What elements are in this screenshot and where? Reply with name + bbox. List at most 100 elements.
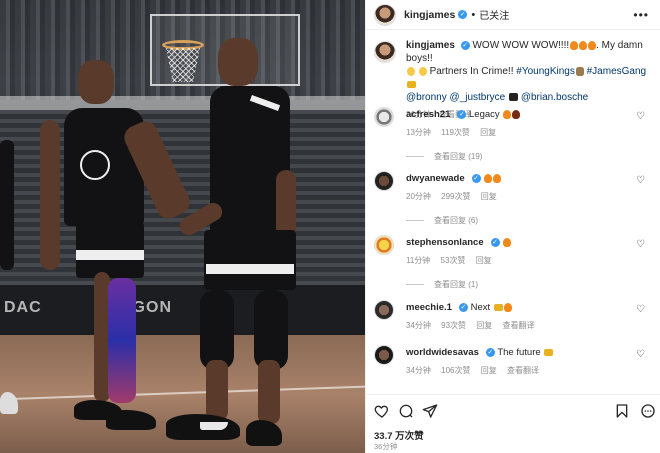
view-replies-label[interactable]: 查看回复 (6) xyxy=(434,216,478,225)
player-right-head xyxy=(218,38,258,86)
leg-sleeve xyxy=(108,278,136,403)
like-heart-icon[interactable]: ♡ xyxy=(636,111,645,122)
like-heart-icon[interactable] xyxy=(374,403,390,419)
player-left-head xyxy=(78,60,114,104)
hashtag-link[interactable]: #JamesGang xyxy=(587,66,646,77)
follow-button[interactable]: 已关注 xyxy=(479,7,509,22)
comment-meta: 11分钟 53次赞 回复 xyxy=(406,255,500,266)
comment-body: Legacy xyxy=(469,109,500,120)
comment-text: meechie.1 ✓ Next xyxy=(406,302,626,314)
avatar[interactable] xyxy=(374,300,394,320)
comment-time: 20分钟 xyxy=(406,192,431,201)
post-photo[interactable]: DAC AGON xyxy=(0,0,365,453)
reply-button[interactable]: 回复 xyxy=(476,256,492,265)
comment-user[interactable]: meechie.1 xyxy=(406,302,452,313)
crown-emoji-icon xyxy=(407,80,416,88)
caption-author[interactable]: kingjames xyxy=(406,40,455,51)
hashtag-link[interactable]: #YoungKings xyxy=(516,66,575,77)
shorts-stripe xyxy=(206,264,294,274)
crown-emoji-icon xyxy=(493,303,503,311)
fire-emoji-icon xyxy=(493,173,502,183)
comment-user[interactable]: acfresh21 xyxy=(406,109,450,120)
verified-icon: ✓ xyxy=(471,173,481,183)
share-icon[interactable] xyxy=(422,403,438,419)
reply-button[interactable]: 回复 xyxy=(476,321,492,330)
comment-user[interactable]: stephensonlance xyxy=(406,237,484,248)
clapper-emoji-icon xyxy=(509,93,519,102)
comment-meta: 34分钟 93次赞 回复 查看翻译 xyxy=(406,320,543,331)
avatar[interactable] xyxy=(374,235,394,255)
fire-emoji-icon xyxy=(570,40,579,50)
comment-meta: 20分钟 299次赞 回复 xyxy=(406,191,505,202)
reply-button[interactable]: 回复 xyxy=(481,366,497,375)
mention-link[interactable]: @_justbryce xyxy=(450,92,506,103)
player-left-arm xyxy=(40,120,60,270)
wolf-emoji-icon xyxy=(575,66,584,76)
avatar[interactable] xyxy=(374,107,394,127)
comment-icon[interactable] xyxy=(398,403,414,419)
comments-scroll[interactable]: kingjames ✓ WOW WOW WOW!!!!. My damn boy… xyxy=(366,31,660,394)
verified-icon: ✓ xyxy=(485,347,495,357)
fire-emoji-icon xyxy=(503,302,512,312)
bookmark-icon[interactable] xyxy=(614,403,630,419)
crown-emoji-icon xyxy=(544,348,554,356)
comment-text: acfresh21 ✓ Legacy xyxy=(406,109,626,121)
comment-user[interactable]: worldwidesavas xyxy=(406,347,479,358)
likes-count[interactable]: 33.7 万次赞 xyxy=(374,428,424,442)
comment-time: 11分钟 xyxy=(406,256,431,265)
view-replies[interactable]: 查看回复 (1) xyxy=(406,279,478,290)
avatar[interactable] xyxy=(374,171,394,191)
post-header: kingjames ✓ • 已关注 ••• xyxy=(366,0,660,30)
avatar[interactable] xyxy=(374,3,396,26)
post-panel: kingjames ✓ • 已关注 ••• kingjames ✓ WOW WO… xyxy=(365,0,660,453)
like-heart-icon[interactable]: ♡ xyxy=(636,239,645,250)
post-actions: 33.7 万次赞 36分钟 xyxy=(366,394,660,453)
view-replies-label[interactable]: 查看回复 (19) xyxy=(434,152,482,161)
divider-line xyxy=(406,284,424,286)
comment-likes[interactable]: 106次赞 xyxy=(441,366,470,375)
mention-link[interactable]: @brian.bosche xyxy=(521,92,588,103)
view-replies[interactable]: 查看回复 (19) xyxy=(406,151,482,162)
more-options-icon[interactable]: ••• xyxy=(633,8,649,22)
like-heart-icon[interactable]: ♡ xyxy=(636,304,645,315)
avatar[interactable] xyxy=(374,345,394,365)
knee-sleeve xyxy=(254,290,288,370)
verified-icon: ✓ xyxy=(457,109,467,119)
like-heart-icon[interactable]: ♡ xyxy=(636,175,645,186)
verified-icon: ✓ xyxy=(458,10,468,19)
arena-banner xyxy=(0,96,365,110)
view-replies[interactable]: 查看回复 (6) xyxy=(406,215,478,226)
comment-text: dwyanewade ✓ xyxy=(406,173,626,185)
bg-player xyxy=(0,140,14,270)
player-right-shorts xyxy=(204,230,296,290)
comment-likes[interactable]: 93次赞 xyxy=(441,321,466,330)
reply-button[interactable]: 回复 xyxy=(481,192,497,201)
comment-time: 34分钟 xyxy=(406,366,431,375)
goat-emoji-icon xyxy=(512,109,521,119)
verified-icon: ✓ xyxy=(490,237,500,247)
comment-meta: 13分钟 119次赞 回复 xyxy=(406,127,504,138)
like-heart-icon[interactable]: ♡ xyxy=(636,349,645,360)
comment-user[interactable]: dwyanewade xyxy=(406,173,465,184)
comment-likes[interactable]: 299次赞 xyxy=(441,192,470,201)
comment-body: Next xyxy=(470,302,491,313)
view-replies-label[interactable]: 查看回复 (1) xyxy=(434,280,478,289)
comment-likes[interactable]: 53次赞 xyxy=(441,256,466,265)
comment-body: The future xyxy=(497,347,541,358)
separator-dot: • xyxy=(471,8,476,21)
comment-text: worldwidesavas ✓ The future xyxy=(406,347,626,359)
translate-link[interactable]: 查看翻译 xyxy=(507,366,539,375)
nike-swoosh-icon xyxy=(200,422,228,430)
reply-button[interactable]: 回复 xyxy=(480,128,496,137)
knee-sleeve xyxy=(200,290,234,370)
fire-emoji-icon xyxy=(588,40,597,50)
comment-time: 13分钟 xyxy=(406,128,431,137)
mention-link[interactable]: @bronny xyxy=(406,92,447,103)
comment-likes[interactable]: 119次赞 xyxy=(441,128,470,137)
post-author[interactable]: kingjames xyxy=(404,9,455,21)
more-circle-icon[interactable] xyxy=(640,403,656,419)
shorts-stripe xyxy=(76,250,144,260)
divider-line xyxy=(406,156,424,158)
avatar[interactable] xyxy=(374,41,396,63)
translate-link[interactable]: 查看翻译 xyxy=(503,321,535,330)
